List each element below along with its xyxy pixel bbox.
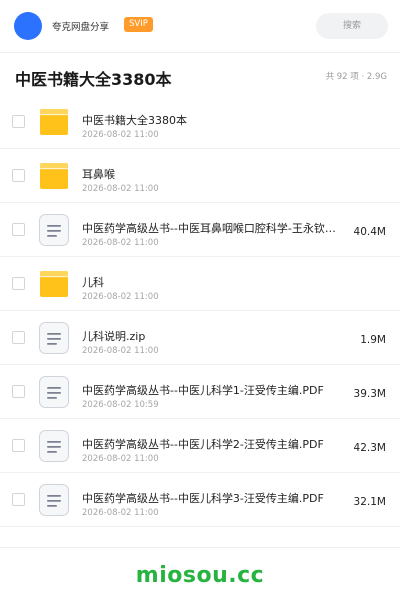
file-date: 2026-08-02 10:59 bbox=[82, 400, 159, 410]
file-name: 中医药学高级丛书--中医儿科学1-汪受传主编.PDF bbox=[82, 384, 324, 397]
folder-icon bbox=[40, 271, 68, 297]
row-checkbox[interactable] bbox=[12, 277, 25, 290]
list-item[interactable]: 儿科说明.zip 2026-08-02 11:00 1.9M bbox=[0, 311, 400, 365]
watermark: miosou.cc bbox=[135, 563, 265, 588]
row-checkbox[interactable] bbox=[12, 169, 25, 182]
document-icon bbox=[39, 322, 69, 354]
file-name: 中医药学高级丛书--中医耳鼻咽喉口腔科学-王永钦主… bbox=[82, 222, 344, 235]
file-date: 2026-08-02 11:00 bbox=[82, 184, 159, 194]
folder-icon bbox=[40, 163, 68, 189]
search-input[interactable]: 搜索 bbox=[316, 13, 388, 39]
footer-divider bbox=[0, 547, 400, 548]
list-item[interactable]: 耳鼻喉 2026-08-02 11:00 bbox=[0, 149, 400, 203]
document-icon bbox=[39, 484, 69, 516]
list-item[interactable]: 中医药学高级丛书--中医儿科学1-汪受传主编.PDF 2026-08-02 10… bbox=[0, 365, 400, 419]
file-name: 耳鼻喉 bbox=[82, 168, 115, 181]
file-size: 39.3M bbox=[353, 388, 386, 400]
document-icon bbox=[39, 214, 69, 246]
document-icon bbox=[39, 430, 69, 462]
file-name: 中医药学高级丛书--中医儿科学3-汪受传主编.PDF bbox=[82, 492, 324, 505]
file-size: 40.4M bbox=[353, 226, 386, 238]
file-size: 42.3M bbox=[353, 442, 386, 454]
list-item[interactable]: 中医药学高级丛书--中医耳鼻咽喉口腔科学-王永钦主… 2026-08-02 11… bbox=[0, 203, 400, 257]
list-item[interactable]: 中医书籍大全3380本 2026-08-02 11:00 bbox=[0, 95, 400, 149]
file-date: 2026-08-02 11:00 bbox=[82, 346, 159, 356]
file-date: 2026-08-02 11:00 bbox=[82, 508, 159, 518]
file-date: 2026-08-02 11:00 bbox=[82, 238, 159, 248]
folder-summary: 共 92 项 · 2.9G bbox=[325, 72, 387, 82]
brand-name: 夸克网盘分享 bbox=[52, 22, 110, 33]
folder-header: 中医书籍大全3380本 共 92 项 · 2.9G bbox=[0, 53, 400, 97]
file-name: 儿科 bbox=[82, 276, 104, 289]
list-item[interactable]: 中医药学高级丛书--中医儿科学2-汪受传主编.PDF 2026-08-02 11… bbox=[0, 419, 400, 473]
file-size: 32.1M bbox=[353, 496, 386, 508]
list-item[interactable]: 中医药学高级丛书--中医儿科学3-汪受传主编.PDF 2026-08-02 11… bbox=[0, 473, 400, 527]
file-list: 中医书籍大全3380本 2026-08-02 11:00 耳鼻喉 2026-08… bbox=[0, 95, 400, 527]
page-title: 中医书籍大全3380本 bbox=[15, 70, 172, 89]
file-name: 儿科说明.zip bbox=[82, 330, 146, 343]
file-size: 1.9M bbox=[360, 334, 386, 346]
folder-icon bbox=[40, 109, 68, 135]
row-checkbox[interactable] bbox=[12, 439, 25, 452]
avatar[interactable] bbox=[14, 12, 42, 40]
file-date: 2026-08-02 11:00 bbox=[82, 130, 159, 140]
file-name: 中医药学高级丛书--中医儿科学2-汪受传主编.PDF bbox=[82, 438, 324, 451]
row-checkbox[interactable] bbox=[12, 115, 25, 128]
list-item[interactable]: 儿科 2026-08-02 11:00 bbox=[0, 257, 400, 311]
top-bar: 夸克网盘分享 SVIP 搜索 bbox=[0, 0, 400, 52]
row-checkbox[interactable] bbox=[12, 385, 25, 398]
document-icon bbox=[39, 376, 69, 408]
row-checkbox[interactable] bbox=[12, 493, 25, 506]
row-checkbox[interactable] bbox=[12, 331, 25, 344]
file-name: 中医书籍大全3380本 bbox=[82, 114, 187, 127]
svip-badge: SVIP bbox=[124, 17, 153, 32]
row-checkbox[interactable] bbox=[12, 223, 25, 236]
file-date: 2026-08-02 11:00 bbox=[82, 454, 159, 464]
file-date: 2026-08-02 11:00 bbox=[82, 292, 159, 302]
